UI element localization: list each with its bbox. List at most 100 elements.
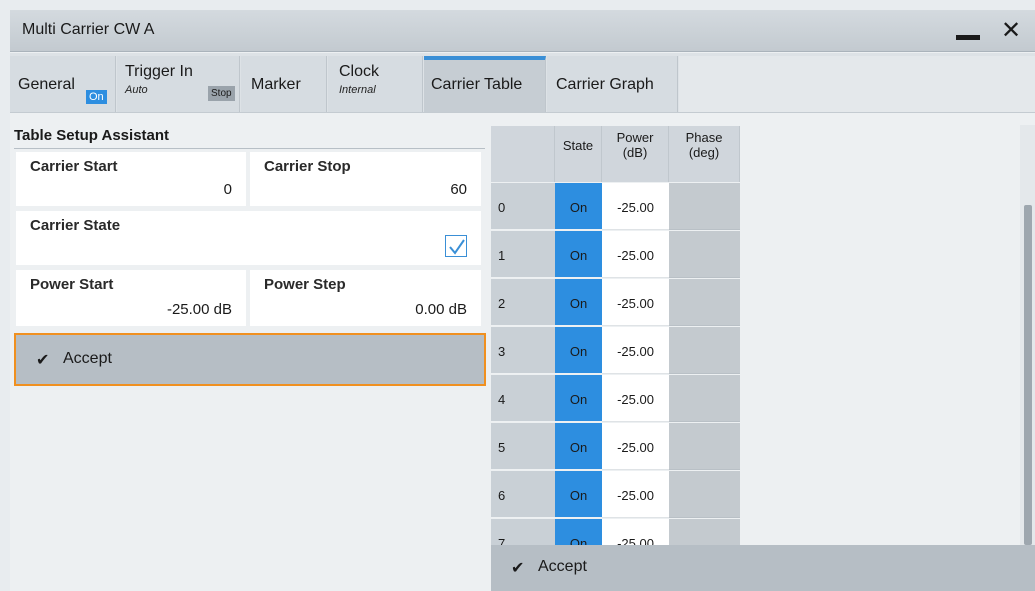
table-cell-phase: [669, 519, 740, 545]
table-cell-state-text: On: [569, 248, 588, 263]
header-state: State: [555, 126, 602, 182]
table-cell-power[interactable]: -25.00: [602, 519, 669, 545]
table-cell-power-text: -25.00: [617, 248, 654, 263]
table-cell-state-text: On: [569, 200, 588, 215]
table-row-index-text: 6: [498, 488, 506, 503]
table-cell-power-text: -25.00: [617, 488, 654, 503]
table-cell-power-text: -25.00: [617, 200, 654, 215]
table-row-index-text: 4: [498, 392, 506, 407]
table-cell-state[interactable]: On: [555, 183, 602, 230]
tab-general[interactable]: General On: [10, 56, 116, 112]
header-power: Power (dB): [602, 126, 669, 182]
table-cell-power[interactable]: -25.00: [602, 423, 669, 470]
table-cell-state[interactable]: On: [555, 375, 602, 422]
table-cell-state-text: On: [569, 344, 588, 359]
table-cell-state[interactable]: On: [555, 423, 602, 470]
tab-carrier-graph[interactable]: Carrier Graph: [547, 56, 678, 112]
table-cell-state-text: On: [569, 392, 588, 407]
tab-bar: General On Trigger In Auto Stop Marker C…: [10, 53, 1035, 113]
table-cell-power-text: -25.00: [617, 296, 654, 311]
carrier-stop-label: Carrier Stop: [264, 158, 351, 175]
table-cell-power[interactable]: -25.00: [602, 327, 669, 374]
checkmark-icon: ✔: [36, 352, 50, 369]
header-state-label: State: [562, 138, 594, 153]
carrier-state-field[interactable]: Carrier State: [16, 211, 481, 265]
header-power-line1: Power: [616, 130, 654, 145]
tab-clock[interactable]: Clock Internal: [328, 56, 423, 112]
header-phase: Phase (deg): [669, 126, 740, 182]
window-title: Multi Carrier CW A: [22, 21, 155, 38]
table-cell-power[interactable]: -25.00: [602, 471, 669, 518]
general-on-badge: On: [86, 90, 107, 104]
table-cell-state[interactable]: On: [555, 279, 602, 326]
header-index: [491, 126, 555, 182]
table-cell-phase: [669, 423, 740, 470]
table-cell-phase: [669, 471, 740, 518]
table-cell-phase: [669, 183, 740, 230]
table-row-index: 2: [491, 279, 555, 326]
table-row-index-text: 1: [498, 248, 506, 263]
tab-trigger-in[interactable]: Trigger In Auto Stop: [117, 56, 240, 112]
minimize-icon[interactable]: [953, 20, 983, 44]
power-start-label: Power Start: [30, 276, 114, 293]
table-row-index: 4: [491, 375, 555, 422]
power-start-value: -25.00 dB: [166, 301, 232, 318]
table-row-index: 7: [491, 519, 555, 545]
table-cell-power[interactable]: -25.00: [602, 231, 669, 278]
table-cell-power[interactable]: -25.00: [602, 183, 669, 230]
table-accept-button[interactable]: ✔ Accept: [491, 545, 1035, 591]
table-cell-state-text: On: [569, 296, 588, 311]
carrier-state-checkbox[interactable]: [445, 235, 467, 257]
assistant-accept-button[interactable]: ✔ Accept: [14, 333, 486, 386]
section-title: Table Setup Assistant: [14, 127, 170, 144]
header-power-line2: (dB): [622, 145, 648, 160]
carrier-stop-value: 60: [450, 181, 467, 198]
table-accept-label: Accept: [538, 558, 587, 575]
table-row-index-text: 3: [498, 344, 506, 359]
table-row-index-text: 0: [498, 200, 506, 215]
carrier-start-value: 0: [223, 181, 232, 198]
checkmark-icon: ✔: [511, 560, 525, 577]
table-cell-phase: [669, 279, 740, 326]
tab-clock-label: Clock: [339, 63, 380, 80]
header-phase-line2: (deg): [688, 145, 720, 160]
tab-carrier-table-label: Carrier Table: [431, 76, 523, 93]
tab-marker-label: Marker: [251, 76, 301, 93]
table-row-index-text: 7: [498, 536, 506, 545]
table-row-index: 6: [491, 471, 555, 518]
multi-carrier-dialog: Multi Carrier CW A ✕ General On Trigger …: [10, 10, 1035, 591]
table-cell-power[interactable]: -25.00: [602, 279, 669, 326]
table-cell-power-text: -25.00: [617, 440, 654, 455]
tab-general-label: General: [18, 76, 75, 93]
scrollbar-thumb[interactable]: [1024, 205, 1032, 545]
table-row-index: 1: [491, 231, 555, 278]
tab-marker[interactable]: Marker: [241, 56, 327, 112]
tab-trigger-sub: Auto: [125, 84, 148, 96]
trigger-stop-badge: Stop: [208, 86, 235, 101]
table-row-index: 3: [491, 327, 555, 374]
assistant-accept-label: Accept: [63, 350, 112, 367]
table-cell-state[interactable]: On: [555, 519, 602, 545]
table-cell-phase: [669, 327, 740, 374]
header-phase-line1: Phase: [685, 130, 723, 145]
power-step-field[interactable]: Power Step 0.00 dB: [250, 270, 481, 326]
table-cell-power-text: -25.00: [617, 392, 654, 407]
power-start-field[interactable]: Power Start -25.00 dB: [16, 270, 246, 326]
section-divider: [14, 148, 485, 149]
carrier-table: State Power (dB) Phase (deg) 0 On -25.00 1 O…: [491, 125, 1027, 545]
tab-carrier-table[interactable]: Carrier Table: [424, 56, 546, 112]
carrier-start-label: Carrier Start: [30, 158, 118, 175]
tab-carrier-graph-label: Carrier Graph: [556, 76, 654, 93]
table-cell-state[interactable]: On: [555, 327, 602, 374]
power-step-value: 0.00 dB: [415, 301, 467, 318]
table-row-index: 0: [491, 183, 555, 230]
carrier-start-field[interactable]: Carrier Start 0: [16, 152, 246, 206]
close-icon[interactable]: ✕: [996, 16, 1026, 46]
table-cell-power-text: -25.00: [617, 344, 654, 359]
tab-trigger-label: Trigger In: [125, 63, 193, 80]
table-cell-state[interactable]: On: [555, 471, 602, 518]
tab-clock-sub: Internal: [339, 84, 376, 96]
carrier-stop-field[interactable]: Carrier Stop 60: [250, 152, 481, 206]
table-cell-state[interactable]: On: [555, 231, 602, 278]
table-cell-power[interactable]: -25.00: [602, 375, 669, 422]
